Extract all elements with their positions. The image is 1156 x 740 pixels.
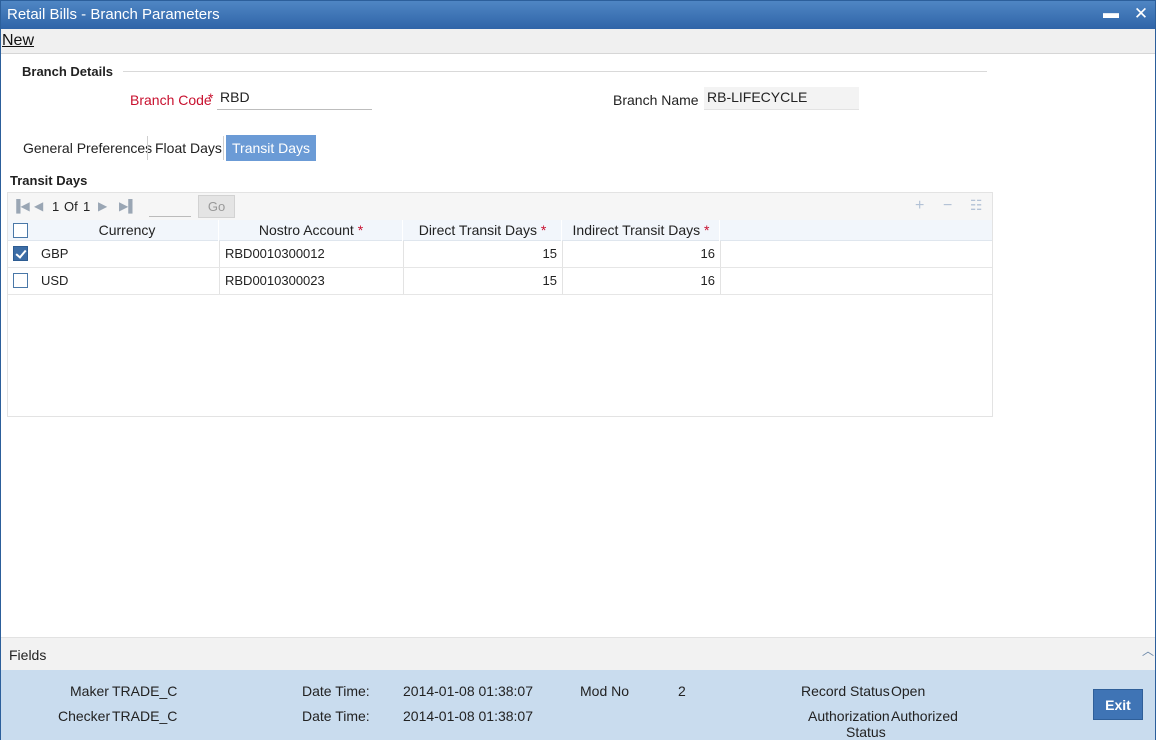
checker-label: Checker <box>58 708 111 724</box>
empty-cell <box>721 241 993 267</box>
table-header: Currency Nostro Account * Direct Transit… <box>8 220 992 241</box>
direct-transit-days-cell[interactable]: 15 <box>404 268 563 294</box>
previous-page-icon[interactable]: ◀ <box>34 199 43 213</box>
checker-date-time-value: 2014-01-08 01:38:07 <box>403 708 533 724</box>
empty-cell <box>721 268 993 294</box>
branch-details-heading: Branch Details <box>22 64 114 79</box>
mod-no-label: Mod No <box>580 683 630 699</box>
exit-button[interactable]: Exit <box>1093 689 1143 720</box>
required-marker: * <box>208 90 214 106</box>
authorization-status-label-line2: Status <box>846 724 886 740</box>
total-pages: 1 <box>83 199 91 214</box>
currency-cell[interactable]: GBP <box>36 241 220 267</box>
tab-float-days[interactable]: Float Days <box>149 135 228 161</box>
minimize-icon[interactable]: ▬ <box>1101 4 1121 24</box>
checker-date-time-label: Date Time: <box>302 708 370 724</box>
indirect-transit-days-cell[interactable]: 16 <box>563 241 721 267</box>
column-header-nostro-account: Nostro Account * <box>220 220 403 241</box>
page-number-input[interactable] <box>149 197 191 217</box>
close-icon[interactable]: ✕ <box>1131 4 1151 24</box>
maker-value: TRADE_C <box>112 683 178 699</box>
pager-toolbar: ▐◀ ◀ 1 Of 1 ▶ ▶▌ Go + − ☷ <box>8 193 992 220</box>
column-header-direct-transit-days: Direct Transit Days * <box>404 220 562 241</box>
authorization-status-label: Authorization <box>808 708 890 724</box>
maker-label: Maker <box>70 683 109 699</box>
window-title: Retail Bills - Branch Parameters <box>7 6 220 23</box>
last-page-icon[interactable]: ▶▌ <box>119 199 137 213</box>
next-page-icon[interactable]: ▶ <box>98 199 107 213</box>
app-window: Retail Bills - Branch Parameters ▬ ✕ New… <box>0 0 1156 740</box>
view-row-icon[interactable]: ☷ <box>970 197 983 214</box>
tab-divider <box>223 136 224 160</box>
branch-name-field[interactable]: RB-LIFECYCLE <box>704 87 859 110</box>
add-row-icon[interactable]: + <box>915 197 924 215</box>
select-all-checkbox[interactable] <box>13 223 28 238</box>
column-header-indirect-transit-days: Indirect Transit Days * <box>563 220 720 241</box>
row-checkbox[interactable] <box>13 246 28 261</box>
page-of-label: Of <box>64 199 78 214</box>
mod-no-value: 2 <box>678 683 686 699</box>
new-menu-item[interactable]: New <box>2 32 34 50</box>
audit-footer <box>1 670 1155 740</box>
row-checkbox[interactable] <box>13 273 28 288</box>
nostro-account-cell[interactable]: RBD0010300023 <box>220 268 404 294</box>
transit-days-grid: ▐◀ ◀ 1 Of 1 ▶ ▶▌ Go + − ☷ Currency Nostr… <box>7 192 993 417</box>
maker-date-time-value: 2014-01-08 01:38:07 <box>403 683 533 699</box>
title-bar: Retail Bills - Branch Parameters ▬ ✕ <box>1 1 1155 29</box>
tab-general-preferences[interactable]: General Preferences <box>17 135 158 161</box>
record-status-value: Open <box>891 683 926 699</box>
currency-cell[interactable]: USD <box>36 268 220 294</box>
go-button[interactable]: Go <box>198 195 235 218</box>
direct-transit-days-cell[interactable]: 15 <box>404 241 563 267</box>
chevron-up-icon[interactable]: ︿ <box>1142 642 1154 659</box>
table-row[interactable]: GBP RBD0010300012 15 16 <box>8 241 993 268</box>
transit-days-heading: Transit Days <box>10 173 88 188</box>
column-header-currency: Currency <box>36 220 219 241</box>
checker-value: TRADE_C <box>112 708 178 724</box>
authorization-status-value: Authorized <box>891 708 958 724</box>
section-divider <box>123 71 987 72</box>
menu-bar: New <box>1 29 1155 54</box>
delete-row-icon[interactable]: − <box>943 197 952 215</box>
tab-divider <box>147 136 148 160</box>
fields-label[interactable]: Fields <box>9 647 46 663</box>
current-page: 1 <box>52 199 60 214</box>
branch-name-label: Branch Name <box>613 92 699 108</box>
table-row[interactable]: USD RBD0010300023 15 16 <box>8 268 993 295</box>
record-status-label: Record Status <box>801 683 890 699</box>
branch-code-label: Branch Code <box>130 92 212 108</box>
indirect-transit-days-cell[interactable]: 16 <box>563 268 721 294</box>
maker-date-time-label: Date Time: <box>302 683 370 699</box>
tab-transit-days[interactable]: Transit Days <box>226 135 317 161</box>
branch-code-field[interactable]: RBD <box>217 87 372 110</box>
first-page-icon[interactable]: ▐◀ <box>12 199 30 213</box>
fields-bar: Fields ︿ <box>1 637 1155 670</box>
nostro-account-cell[interactable]: RBD0010300012 <box>220 241 404 267</box>
